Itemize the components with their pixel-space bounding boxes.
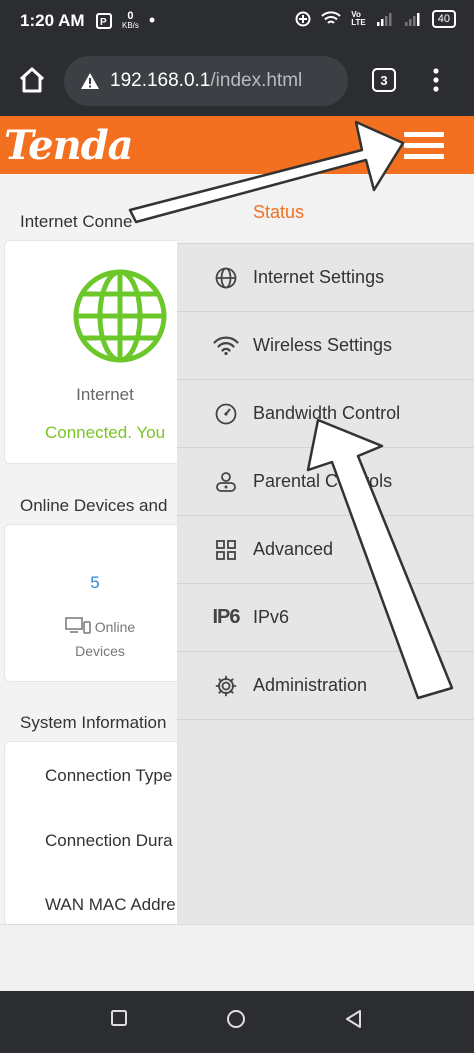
wifi-status-icon — [321, 11, 341, 24]
menu-item-label: Bandwidth Control — [253, 403, 401, 423]
svg-text:P: P — [100, 17, 107, 28]
wifi-icon — [213, 333, 239, 359]
menu-item-ipv6[interactable]: IP6 IPv6 — [177, 584, 474, 652]
system-nav-bar — [0, 991, 474, 1053]
home-icon[interactable] — [16, 64, 48, 96]
more-options-icon[interactable] — [426, 66, 446, 94]
tenda-logo: Tenda — [4, 122, 134, 169]
globe-icon — [213, 265, 239, 291]
home-nav-icon[interactable] — [226, 1009, 246, 1029]
dot-icon: • — [148, 10, 156, 30]
devices-label: Devices — [75, 643, 125, 659]
menu-item-label: Advanced — [253, 539, 334, 559]
internet-label: Internet — [76, 385, 134, 404]
gauge-icon — [213, 401, 239, 427]
url-bar[interactable]: 192.168.0.1/index.html — [64, 56, 348, 106]
url-path: /index.html — [210, 70, 303, 91]
page-footer — [0, 924, 474, 991]
grid-icon — [213, 537, 239, 563]
internet-card[interactable]: Internet Connected. You — [4, 240, 204, 464]
volte-label: Vo LTE — [351, 10, 366, 27]
system-row: Connection Dura — [45, 831, 173, 850]
data-saver-icon — [295, 11, 311, 27]
page-header: Tenda — [0, 116, 474, 174]
menu-item-advanced[interactable]: Advanced — [177, 516, 474, 584]
menu-item-administration[interactable]: Administration — [177, 652, 474, 720]
url-host: 192.168.0.1 — [110, 70, 211, 91]
status-bar: 1:20 AM P 0 KB/s • Vo LTE 40 — [0, 0, 474, 44]
system-info-card: Connection Type Connection Dura WAN MAC … — [4, 741, 204, 926]
menu-item-label: Administration — [253, 675, 368, 695]
globe-icon — [73, 269, 167, 363]
online-label: Online — [94, 619, 136, 635]
menu-item-label: Parental Controls — [253, 471, 393, 491]
menu-item-label: IPv6 — [253, 607, 290, 627]
side-menu: Status Internet Settings Wireless Settin… — [177, 182, 474, 924]
battery-icon: 40 — [431, 10, 456, 28]
menu-item-label: Wireless Settings — [253, 335, 393, 355]
menu-item-label: Status — [253, 202, 305, 222]
internet-section-title: Internet Conne — [20, 212, 133, 231]
signal-icon-2 — [404, 13, 420, 26]
menu-item-status[interactable]: Status — [177, 182, 474, 244]
ipv6-icon: IP6 — [212, 606, 240, 628]
devices-icon — [65, 617, 91, 634]
gear-icon — [213, 673, 239, 699]
router-page: Tenda Internet Conne Internet Connected.… — [0, 116, 474, 991]
system-row: Connection Type — [45, 766, 173, 785]
system-section-title: System Information — [20, 713, 167, 732]
menu-item-parental-controls[interactable]: Parental Controls — [177, 448, 474, 516]
devices-section-title: Online Devices and — [20, 496, 168, 515]
signal-icon-1 — [376, 13, 392, 26]
browser-toolbar: 192.168.0.1/index.html 3 — [0, 44, 474, 116]
recents-icon[interactable] — [110, 1009, 128, 1027]
tab-switcher-button[interactable]: 3 — [372, 68, 396, 92]
system-row: WAN MAC Addre — [45, 895, 176, 914]
hamburger-menu-icon[interactable] — [404, 132, 444, 160]
notification-icon: P — [96, 12, 112, 29]
back-icon[interactable] — [344, 1009, 364, 1029]
online-count: 5 — [90, 573, 100, 592]
online-devices-card[interactable]: 5 Online Devices — [4, 524, 204, 682]
parental-icon — [213, 469, 239, 495]
menu-item-bandwidth-control[interactable]: Bandwidth Control — [177, 380, 474, 448]
menu-item-internet-settings[interactable]: Internet Settings — [177, 244, 474, 312]
status-icon — [213, 200, 239, 226]
warning-icon — [81, 73, 99, 89]
clock: 1:20 AM — [20, 11, 85, 30]
menu-item-label: Internet Settings — [253, 267, 385, 287]
connection-status: Connected. You — [45, 423, 166, 442]
net-speed: 0 KB/s — [122, 9, 139, 30]
menu-item-wireless-settings[interactable]: Wireless Settings — [177, 312, 474, 380]
